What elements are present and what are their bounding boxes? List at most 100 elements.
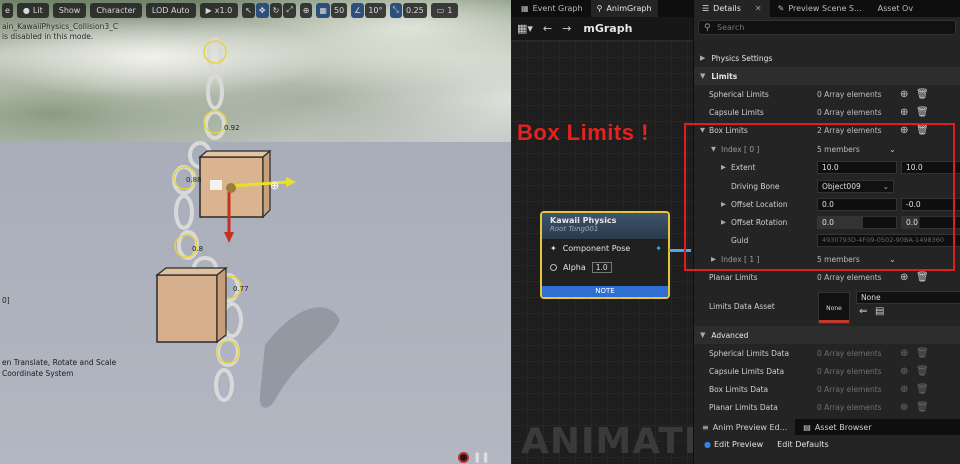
angle-icon: ∠ bbox=[354, 5, 362, 15]
details-search-input[interactable] bbox=[698, 19, 956, 35]
row-capsule-limits-data: Capsule Limits Data 0 Array elements ⊕ 🗑 bbox=[709, 365, 929, 377]
limits-data-asset-dropdown[interactable]: None bbox=[856, 291, 960, 304]
chain bbox=[172, 37, 243, 402]
kawaii-physics-node[interactable]: Kawaii Physics Root Tong001 ✦ Component … bbox=[540, 211, 670, 299]
use-selected-icon[interactable]: ⇐ bbox=[859, 306, 867, 317]
trash-icon[interactable]: 🗑 bbox=[916, 125, 929, 136]
trash-icon[interactable]: 🗑 bbox=[916, 89, 929, 100]
back-arrow-icon[interactable]: ← bbox=[543, 22, 552, 35]
bottom-tab-bar: ≡ Anim Preview Ed... ▤ Asset Browser bbox=[694, 419, 960, 435]
viewport-menu-button[interactable]: e bbox=[2, 2, 13, 18]
lit-button[interactable]: ● Lit bbox=[16, 2, 49, 18]
output-pose-pin-icon[interactable]: ✦ bbox=[655, 244, 662, 253]
row-capsule-limits: Capsule Limits 0 Array elements ⊕ 🗑 bbox=[709, 106, 929, 118]
extent-x-field[interactable]: 10.0 bbox=[817, 161, 897, 174]
world-local-button[interactable]: ⊕ bbox=[299, 2, 313, 18]
chevron-down-icon[interactable]: ⌄ bbox=[889, 145, 896, 154]
add-element-icon[interactable]: ⊕ bbox=[900, 272, 908, 283]
alpha-pin-row: Alpha 1.0 bbox=[542, 258, 668, 277]
row-offset-rotation: ▶ Offset Rotation 0.0 0.0 bbox=[694, 213, 960, 231]
chevron-down-icon[interactable]: ▼ bbox=[700, 126, 705, 134]
asset-thumbnail[interactable]: None bbox=[818, 292, 850, 324]
camera-speed-button[interactable]: ▭ 1 bbox=[430, 2, 459, 18]
lod-button[interactable]: LOD Auto bbox=[145, 2, 196, 18]
close-icon[interactable]: ✕ bbox=[755, 4, 762, 13]
category-advanced[interactable]: ▼ Advanced bbox=[694, 326, 960, 344]
chevron-right-icon[interactable]: ▶ bbox=[711, 255, 716, 263]
trash-icon[interactable]: 🗑 bbox=[916, 348, 929, 359]
extent-y-field[interactable]: 10.0 bbox=[901, 161, 960, 174]
scale-snap-toggle[interactable]: ⤡ bbox=[389, 2, 402, 18]
tab-preview-scene[interactable]: ✎ Preview Scene S... bbox=[770, 0, 870, 17]
graph-tab-bar: ▦ Event Graph ⚲ AnimGraph bbox=[511, 0, 693, 17]
scale-icon: ⤢ bbox=[286, 5, 293, 14]
graph-menu-icon[interactable]: ▦▾ bbox=[517, 22, 533, 35]
add-element-icon[interactable]: ⊕ bbox=[900, 366, 908, 377]
add-element-icon[interactable]: ⊕ bbox=[900, 125, 908, 136]
trash-icon[interactable]: 🗑 bbox=[916, 402, 929, 413]
chevron-right-icon[interactable]: ▶ bbox=[721, 218, 726, 226]
add-element-icon[interactable]: ⊕ bbox=[900, 348, 908, 359]
driving-bone-dropdown[interactable]: Object009 ⌄ bbox=[817, 180, 894, 193]
offset-rotation-y-field[interactable]: 0.0 bbox=[901, 216, 960, 229]
category-limits[interactable]: ▼ Limits bbox=[694, 67, 960, 85]
grid-snap-value[interactable]: 50 bbox=[330, 2, 348, 18]
add-element-icon[interactable]: ⊕ bbox=[900, 89, 908, 100]
details-tab-bar: ☰ Details ✕ ✎ Preview Scene S... Asset Ov bbox=[694, 0, 960, 17]
graph-breadcrumb-title: mGraph bbox=[583, 22, 633, 35]
edit-preview-button[interactable]: ● Edit Preview bbox=[704, 440, 763, 449]
person-pin-icon[interactable]: ✦ bbox=[550, 244, 557, 253]
alpha-pin-icon[interactable] bbox=[550, 264, 557, 271]
add-element-icon[interactable]: ⊕ bbox=[900, 107, 908, 118]
add-element-icon[interactable]: ⊕ bbox=[900, 384, 908, 395]
translate-mode-button[interactable]: ✥ bbox=[255, 2, 269, 18]
trash-icon[interactable]: 🗑 bbox=[916, 107, 929, 118]
viewport[interactable]: ⊕ e ● Lit Show Character LOD Auto ▶ x1.0 ↖… bbox=[0, 0, 511, 464]
tab-event-graph[interactable]: ▦ Event Graph bbox=[515, 0, 589, 17]
browse-folder-icon[interactable]: ▤ bbox=[875, 306, 884, 317]
alpha-input[interactable]: 1.0 bbox=[591, 262, 612, 273]
tab-asset-overrides[interactable]: Asset Ov bbox=[870, 0, 921, 17]
sliders-icon: ≡ bbox=[702, 422, 709, 432]
tab-anim-preview-editor[interactable]: ≡ Anim Preview Ed... bbox=[694, 419, 796, 435]
row-box-limits-data: Box Limits Data 0 Array elements ⊕ 🗑 bbox=[709, 383, 929, 395]
pause-button[interactable]: ❚❚ bbox=[473, 452, 490, 463]
forward-arrow-icon[interactable]: → bbox=[562, 22, 571, 35]
show-button[interactable]: Show bbox=[52, 2, 87, 18]
scale-snap-value[interactable]: 0.25 bbox=[402, 2, 427, 18]
scale-mode-button[interactable]: ⤢ bbox=[283, 2, 296, 18]
tab-details[interactable]: ☰ Details ✕ bbox=[694, 0, 770, 17]
graph-canvas[interactable]: ANIMATIC Kawaii Physics Root Tong001 ✦ C… bbox=[511, 41, 693, 464]
offset-location-y-field[interactable]: -0.0 bbox=[901, 198, 960, 211]
physics-settings-row[interactable]: ▶ Physics Settings bbox=[694, 49, 960, 67]
chevron-down-icon: ▼ bbox=[700, 72, 706, 80]
trash-icon[interactable]: 🗑 bbox=[916, 384, 929, 395]
svg-text:⊕: ⊕ bbox=[270, 179, 279, 192]
angle-snap-value[interactable]: 10° bbox=[365, 2, 386, 18]
add-element-icon[interactable]: ⊕ bbox=[900, 402, 908, 413]
transform-mode-group: ↖ ✥ ↻ ⤢ bbox=[242, 2, 296, 18]
rotate-mode-button[interactable]: ↻ bbox=[269, 2, 283, 18]
tab-anim-graph[interactable]: ⚲ AnimGraph bbox=[590, 0, 658, 17]
chevron-down-icon[interactable]: ▼ bbox=[711, 145, 716, 153]
offset-location-x-field[interactable]: 0.0 bbox=[817, 198, 897, 211]
pose-wire bbox=[669, 249, 691, 252]
running-icon: ⚲ bbox=[596, 4, 603, 13]
tab-asset-browser[interactable]: ▤ Asset Browser bbox=[795, 419, 879, 435]
preview-editor-toolbar: ● Edit Preview Edit Defaults bbox=[694, 435, 960, 453]
trash-icon[interactable]: 🗑 bbox=[916, 366, 929, 377]
row-guid: Guid 4930793D-4F09-0502-90BA-1498360 bbox=[694, 231, 960, 249]
angle-snap-toggle[interactable]: ∠ bbox=[351, 2, 365, 18]
offset-rotation-x-field[interactable]: 0.0 bbox=[817, 216, 897, 229]
grid-snap-toggle[interactable]: ▦ bbox=[316, 2, 330, 18]
character-button[interactable]: Character bbox=[90, 2, 142, 18]
edit-defaults-button[interactable]: Edit Defaults bbox=[777, 440, 828, 449]
chevron-right-icon[interactable]: ▶ bbox=[721, 200, 726, 208]
record-button[interactable] bbox=[458, 452, 469, 463]
chevron-right-icon[interactable]: ▶ bbox=[721, 163, 726, 171]
trash-icon[interactable]: 🗑 bbox=[916, 272, 929, 283]
play-rate-button[interactable]: ▶ x1.0 bbox=[199, 2, 239, 18]
row-planar-limits-data: Planar Limits Data 0 Array elements ⊕ 🗑 bbox=[709, 401, 929, 413]
chevron-down-icon[interactable]: ⌄ bbox=[889, 255, 896, 264]
select-mode-button[interactable]: ↖ bbox=[242, 2, 255, 18]
